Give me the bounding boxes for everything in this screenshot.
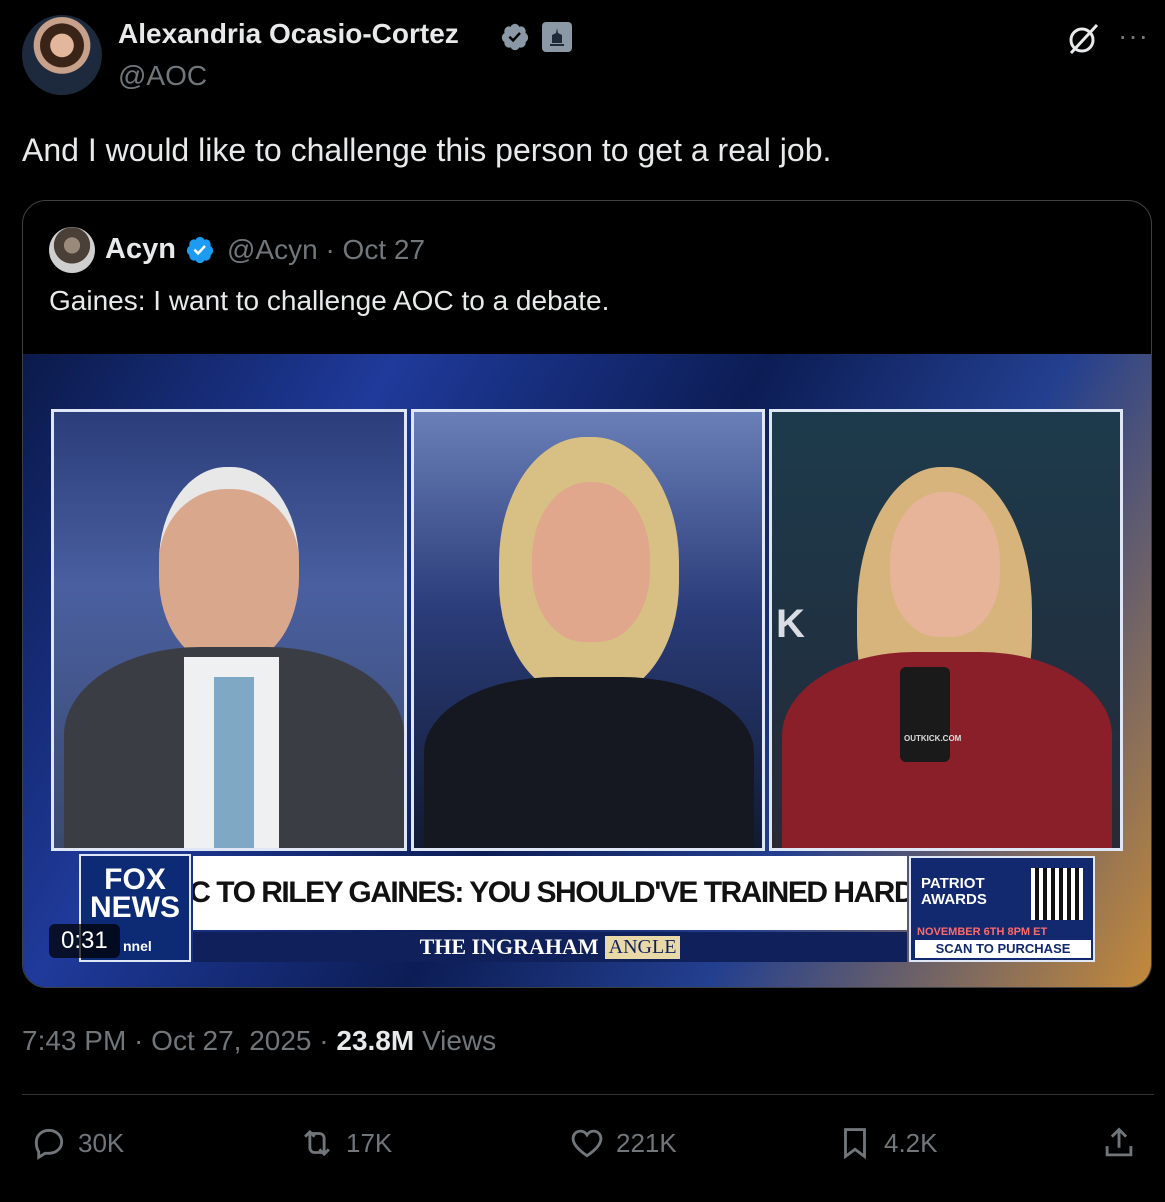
like-button[interactable]: 221K — [568, 1124, 677, 1162]
show-name-primary: THE INGRAHAM — [419, 934, 599, 959]
microphone — [900, 667, 950, 762]
reply-icon — [34, 1128, 64, 1160]
quoted-tweet-text: Gaines: I want to challenge AOC to a deb… — [49, 285, 610, 316]
promo-date: NOVEMBER 6TH 8PM ET — [917, 926, 1048, 938]
promo-box: PATRIOT AWARDS NOVEMBER 6TH 8PM ET SCAN … — [909, 856, 1095, 962]
quoted-author-name[interactable]: Acyn — [105, 233, 176, 266]
tweet-text: And I would like to challenge this perso… — [22, 132, 832, 168]
reply-count: 30K — [78, 1127, 125, 1158]
grok-icon[interactable] — [1066, 22, 1100, 56]
tweet-meta: 7:43 PM · Oct 27, 2025 · 23.8M Views — [22, 1025, 496, 1057]
reply-button[interactable]: 30K — [30, 1124, 124, 1162]
video-duration: 0:31 — [49, 924, 120, 958]
like-count: 221K — [616, 1127, 677, 1158]
quoted-verified-badge-icon — [186, 236, 214, 264]
author-name[interactable]: Alexandria Ocasio-Cortez — [118, 18, 459, 50]
heart-icon — [571, 1129, 603, 1158]
author-handle[interactable]: @AOC — [118, 60, 207, 92]
bookmark-button[interactable]: 4.2K — [836, 1124, 938, 1162]
author-avatar[interactable] — [22, 15, 102, 95]
repost-icon — [304, 1129, 330, 1157]
bookmark-count: 4.2K — [884, 1127, 938, 1158]
government-badge-icon — [542, 22, 572, 52]
show-name-secondary: ANGLE — [604, 935, 681, 959]
more-options-icon[interactable]: ··· — [1118, 20, 1149, 52]
share-icon — [1105, 1127, 1133, 1157]
quoted-tweet-card[interactable]: Acyn @Acyn · Oct 27 Gaines: I want to ch… — [22, 200, 1152, 988]
promo-cta: SCAN TO PURCHASE — [915, 940, 1091, 958]
promo-title: PATRIOT AWARDS — [921, 875, 987, 908]
mic-label: OUTKICK.COM — [904, 734, 962, 743]
quoted-handle-date[interactable]: @Acyn · Oct 27 — [227, 234, 425, 266]
verified-badge-icon — [501, 23, 529, 51]
views-label: Views — [421, 1025, 497, 1056]
share-button[interactable] — [1100, 1124, 1148, 1162]
video-player[interactable]: K OUTKICK.COM FOX NEWS nnel AOC TO RILEY… — [23, 354, 1151, 987]
views-count: 23.8M — [336, 1025, 415, 1056]
video-panel-left — [51, 409, 407, 851]
bookmark-icon — [844, 1128, 866, 1160]
tweet-time-date[interactable]: 7:43 PM · Oct 27, 2025 · — [22, 1025, 336, 1056]
qr-code-icon — [1031, 868, 1083, 920]
repost-count: 17K — [346, 1127, 393, 1158]
video-panel-center — [411, 409, 765, 851]
quoted-author-avatar[interactable] — [49, 227, 95, 273]
video-panel-right: K OUTKICK.COM — [769, 409, 1123, 851]
divider — [22, 1094, 1154, 1095]
show-name-bar: THE INGRAHAM ANGLE — [193, 932, 907, 962]
fox-channel-text: nnel — [123, 938, 152, 954]
repost-button[interactable]: 17K — [298, 1124, 392, 1162]
chyron-headline: AOC TO RILEY GAINES: YOU SHOULD'VE TRAIN… — [193, 856, 907, 930]
